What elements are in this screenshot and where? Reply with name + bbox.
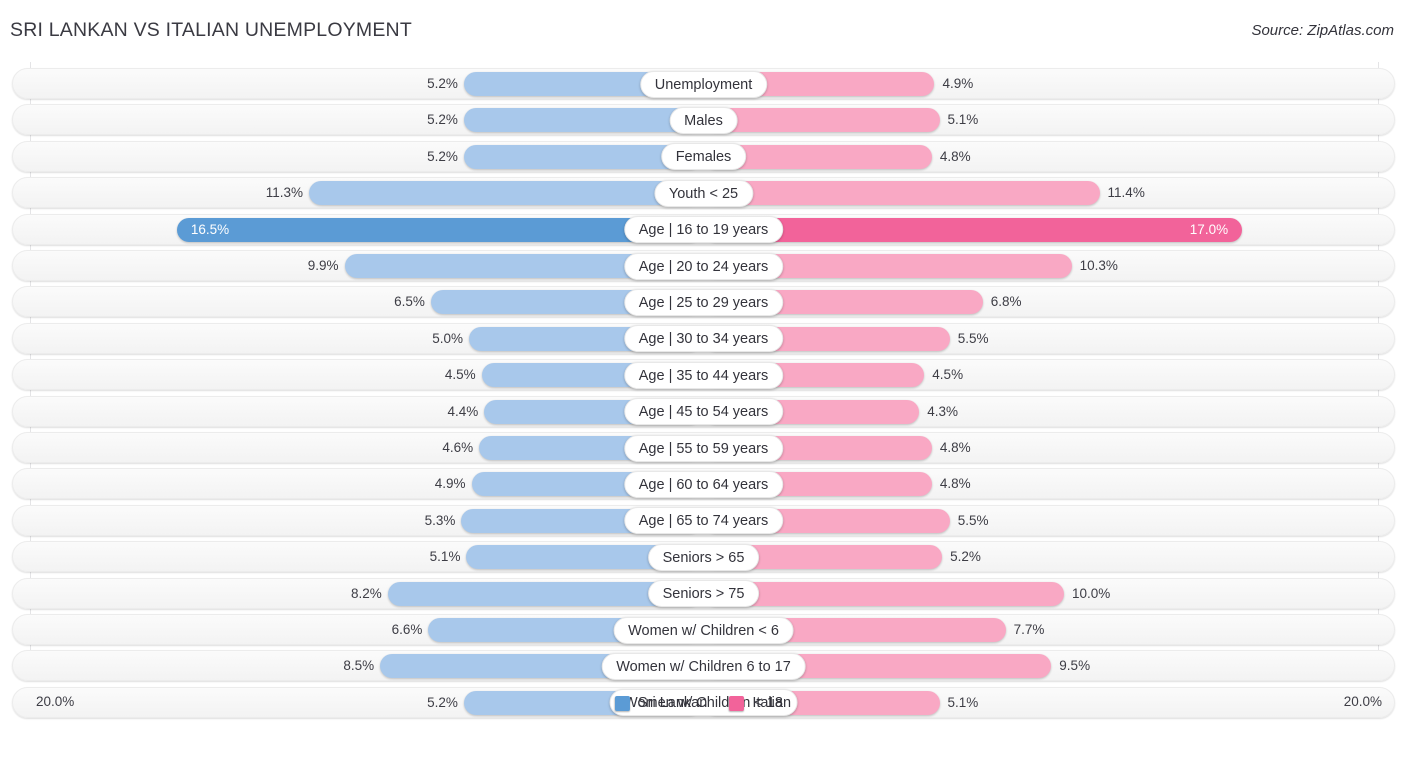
chart-row[interactable]: 8.5% 9.5% Women w/ Children 6 to 17	[12, 650, 1395, 682]
category-label[interactable]: Age | 25 to 29 years	[623, 288, 784, 316]
category-label[interactable]: Women w/ Children < 6	[613, 616, 794, 644]
value-label-italian: 5.5%	[957, 512, 989, 528]
value-label-italian: 5.1%	[947, 694, 979, 710]
value-label-italian: 4.8%	[939, 440, 971, 455]
value-label-italian: 6.8%	[990, 294, 1022, 310]
chart-row[interactable]: 5.1% 5.2% Seniors > 65	[12, 541, 1395, 573]
bar-italian	[704, 108, 940, 133]
chart-row[interactable]: 4.4% 4.3% Age | 45 to 54 years	[12, 395, 1395, 427]
value-label-sri-lankan: 6.6%	[391, 622, 423, 637]
category-label[interactable]: Youth < 25	[653, 179, 754, 207]
chart-row[interactable]: 5.2% 5.1% Males	[12, 104, 1395, 136]
category-label[interactable]: Women w/ Children 6 to 17	[601, 652, 806, 680]
chart-row[interactable]: 9.9% 10.3% Age | 20 to 24 years	[12, 250, 1395, 281]
chart-row[interactable]: 4.5% 4.5% Age | 35 to 44 years	[12, 359, 1395, 391]
value-label-sri-lankan: 5.2%	[427, 76, 458, 91]
chart-row[interactable]: 16.5% 17.0% Age | 16 to 19 years	[12, 213, 1395, 245]
chart-row[interactable]: 6.5% 6.8% Age | 25 to 29 years	[12, 286, 1395, 318]
bar-sri-lankan	[463, 108, 702, 133]
category-label[interactable]: Age | 35 to 44 years	[623, 361, 784, 389]
legend-item-sri-lankan[interactable]: Sri Lankan	[614, 695, 708, 711]
value-label-italian: 4.5%	[932, 367, 964, 383]
category-label[interactable]: Seniors > 65	[647, 543, 760, 571]
legend-swatch-icon	[614, 695, 630, 711]
chart-root: SRI LANKAN VS ITALIAN UNEMPLOYMENT Sourc…	[0, 0, 1406, 757]
value-label-italian: 4.8%	[939, 148, 971, 164]
value-label-italian: 10.3%	[1079, 258, 1118, 273]
legend-label: Sri Lankan	[637, 695, 708, 711]
value-label-sri-lankan: 4.4%	[447, 403, 479, 419]
chart-row[interactable]: 5.3% 5.5% Age | 65 to 74 years	[12, 504, 1395, 536]
chart-row[interactable]: 11.3% 11.4% Youth < 25	[12, 177, 1395, 209]
bar-italian	[704, 217, 1242, 242]
value-label-sri-lankan: 8.5%	[343, 658, 375, 674]
legend-swatch-icon	[729, 695, 745, 711]
chart-row[interactable]: 4.6% 4.8% Age | 55 to 59 years	[12, 432, 1395, 463]
value-label-sri-lankan: 4.6%	[442, 440, 474, 455]
category-label[interactable]: Age | 55 to 59 years	[623, 434, 784, 462]
legend-item-italian[interactable]: Italian	[729, 695, 791, 711]
value-label-sri-lankan: 5.3%	[424, 512, 456, 528]
category-label[interactable]: Males	[669, 106, 738, 134]
legend-label: Italian	[752, 695, 792, 711]
value-label-italian: 5.1%	[947, 112, 979, 128]
value-label-sri-lankan: 16.5%	[190, 221, 230, 237]
value-label-sri-lankan: 5.2%	[427, 112, 458, 128]
chart-row[interactable]: 5.2% 4.9% Unemployment	[12, 68, 1395, 99]
value-label-italian: 9.5%	[1059, 658, 1091, 674]
category-label[interactable]: Age | 30 to 34 years	[623, 325, 784, 353]
bar-sri-lankan	[308, 181, 702, 206]
value-label-sri-lankan: 5.2%	[427, 694, 458, 710]
bar-italian	[704, 181, 1100, 206]
chart-row[interactable]: 5.0% 5.5% Age | 30 to 34 years	[12, 322, 1395, 354]
value-label-sri-lankan: 8.2%	[350, 585, 382, 601]
value-label-sri-lankan: 6.5%	[394, 294, 425, 310]
value-label-italian: 17.0%	[1189, 221, 1229, 237]
plot-area: 5.2% 4.9% Unemployment 5.2% 5.1% Males 5.2% 4.8…	[0, 62, 1406, 718]
category-label[interactable]: Age | 45 to 54 years	[623, 398, 784, 426]
value-label-italian: 7.7%	[1013, 622, 1045, 637]
value-label-italian: 4.3%	[927, 403, 958, 419]
axis-label-left: 20.0%	[36, 694, 75, 709]
category-label[interactable]: Females	[660, 143, 747, 171]
axis-label-right: 20.0%	[1343, 694, 1382, 709]
value-label-italian: 11.4%	[1107, 185, 1145, 201]
value-label-italian: 5.5%	[957, 330, 989, 346]
value-label-italian: 4.9%	[942, 76, 974, 91]
value-label-sri-lankan: 9.9%	[307, 258, 339, 273]
value-label-sri-lankan: 5.0%	[432, 330, 463, 346]
chart-row[interactable]: 4.9% 4.8% Age | 60 to 64 years	[12, 468, 1395, 500]
category-label[interactable]: Unemployment	[639, 70, 768, 98]
chart-row[interactable]: 5.2% 4.8% Females	[12, 140, 1395, 172]
value-label-sri-lankan: 5.1%	[429, 549, 461, 565]
value-label-sri-lankan: 5.2%	[427, 148, 458, 164]
value-label-sri-lankan: 4.9%	[434, 476, 466, 492]
value-label-italian: 10.0%	[1072, 585, 1111, 601]
value-label-sri-lankan: 11.3%	[265, 185, 303, 201]
value-label-sri-lankan: 4.5%	[444, 367, 476, 383]
page-title: SRI LANKAN VS ITALIAN UNEMPLOYMENT	[10, 19, 412, 41]
category-label[interactable]: Age | 16 to 19 years	[623, 216, 784, 244]
chart-row[interactable]: 8.2% 10.0% Seniors > 75	[12, 577, 1395, 609]
source-attribution: Source: ZipAtlas.com	[1251, 22, 1394, 39]
value-label-italian: 4.8%	[939, 476, 971, 492]
value-label-italian: 5.2%	[950, 549, 981, 565]
category-label[interactable]: Seniors > 75	[647, 580, 760, 608]
legend: Sri Lankan Italian	[614, 695, 791, 711]
category-label[interactable]: Age | 65 to 74 years	[623, 507, 784, 535]
category-label[interactable]: Age | 60 to 64 years	[623, 470, 784, 498]
category-label[interactable]: Age | 20 to 24 years	[623, 252, 784, 280]
chart-row[interactable]: 6.6% 7.7% Women w/ Children < 6	[12, 614, 1395, 645]
